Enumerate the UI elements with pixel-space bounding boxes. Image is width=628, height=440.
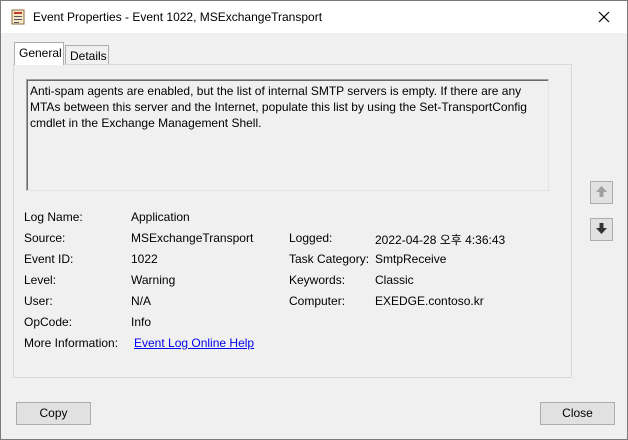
event-id-label: Event ID:	[24, 252, 74, 266]
event-description-box[interactable]: Anti-spam agents are enabled, but the li…	[26, 79, 549, 191]
tab-general[interactable]: General	[14, 42, 64, 65]
computer-value: EXEDGE.contoso.kr	[375, 294, 484, 308]
log-name-value: Application	[131, 210, 190, 224]
more-information-label: More Information:	[24, 336, 119, 350]
opcode-value: Info	[131, 315, 152, 329]
opcode-label: OpCode:	[24, 315, 73, 329]
tab-details[interactable]: Details	[65, 45, 109, 65]
user-value: N/A	[131, 294, 152, 308]
keywords-label: Keywords:	[289, 273, 346, 287]
next-event-button[interactable]	[590, 218, 613, 241]
close-icon[interactable]	[581, 1, 627, 33]
arrow-up-icon	[595, 185, 608, 201]
source-label: Source:	[24, 231, 66, 245]
event-id-value: 1022	[131, 252, 158, 266]
arrow-down-icon	[595, 222, 608, 238]
task-category-label: Task Category:	[289, 252, 370, 266]
event-properties-window: Event Properties - Event 1022, MSExchang…	[0, 0, 628, 440]
copy-button[interactable]: Copy	[16, 402, 91, 425]
level-value: Warning	[131, 273, 176, 287]
event-viewer-icon	[11, 9, 25, 25]
computer-label: Computer:	[289, 294, 346, 308]
keywords-value: Classic	[375, 273, 414, 287]
task-category-value: SmtpReceive	[375, 252, 447, 266]
source-value: MSExchangeTransport	[131, 231, 254, 245]
previous-event-button[interactable]	[590, 181, 613, 204]
close-button[interactable]: Close	[540, 402, 615, 425]
window-title: Event Properties - Event 1022, MSExchang…	[33, 10, 323, 24]
level-label: Level:	[24, 273, 57, 287]
log-name-label: Log Name:	[24, 210, 83, 224]
user-label: User:	[24, 294, 53, 308]
logged-label: Logged:	[289, 231, 333, 245]
title-bar: Event Properties - Event 1022, MSExchang…	[1, 1, 627, 33]
logged-value: 2022-04-28 오후 4:36:43	[375, 233, 506, 247]
event-log-online-help-link[interactable]: Event Log Online Help	[134, 336, 254, 350]
